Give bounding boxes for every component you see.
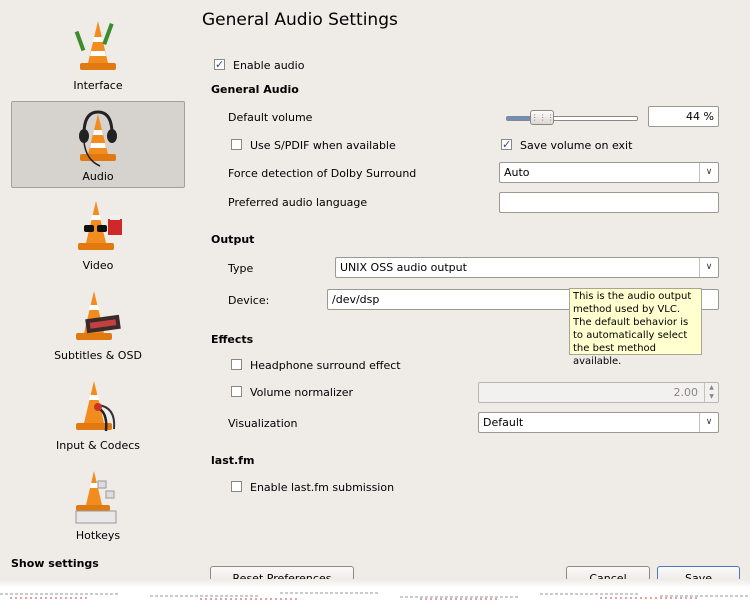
lastfm-header: last.fm <box>211 454 255 467</box>
lastfm-label: Enable last.fm submission <box>250 481 395 494</box>
visualization-label: Visualization <box>228 417 298 430</box>
category-sidebar: Interface Audio Video Subtitles & OSD In… <box>0 0 196 608</box>
vlc-cone-subtitle-icon <box>76 291 121 340</box>
sidebar-item-interface[interactable]: Interface <box>11 10 185 97</box>
output-type-value: UNIX OSS audio output <box>340 261 467 274</box>
tooltip: This is the audio output method used by … <box>569 288 702 367</box>
spin-arrows-icon[interactable]: ▲ ▼ <box>704 383 718 402</box>
sidebar-item-label: Hotkeys <box>75 529 121 542</box>
sidebar-item-label: Subtitles & OSD <box>54 349 142 362</box>
output-header: Output <box>211 233 255 246</box>
headphone-surround-checkbox[interactable] <box>231 359 242 370</box>
show-settings-label: Show settings <box>11 557 99 570</box>
vlc-cone-brush-icon <box>74 21 116 70</box>
preferred-language-input[interactable] <box>499 192 719 213</box>
output-type-label: Type <box>228 262 254 275</box>
preferred-language-label: Preferred audio language <box>228 196 368 209</box>
general-audio-header: General Audio <box>211 83 299 96</box>
volume-normalizer-checkbox[interactable] <box>231 386 242 397</box>
page-title: General Audio Settings <box>202 10 398 30</box>
sidebar-item-label: Audio <box>82 170 114 183</box>
visualization-value: Default <box>483 416 524 429</box>
dolby-select[interactable]: Auto ∨ <box>499 162 719 183</box>
normalizer-value: 2.00 <box>673 386 699 399</box>
sidebar-item-hotkeys[interactable]: Hotkeys <box>11 460 185 547</box>
volume-slider-track[interactable] <box>506 116 638 121</box>
vlc-cone-keyboard-icon <box>75 471 117 524</box>
normalizer-spinbox[interactable]: 2.00 ▲ ▼ <box>478 382 719 403</box>
vlc-cone-headphones-icon <box>79 110 117 167</box>
render-artifact <box>0 592 750 600</box>
sidebar-item-input-codecs[interactable]: Input & Codecs <box>11 370 185 457</box>
enable-audio-checkbox[interactable]: ✓ <box>214 59 225 70</box>
output-type-select[interactable]: UNIX OSS audio output ∨ <box>335 257 719 278</box>
spdif-label: Use S/PDIF when available <box>250 139 396 152</box>
visualization-select[interactable]: Default ∨ <box>478 412 719 433</box>
volume-value-field[interactable]: 44 % <box>648 106 719 127</box>
save-volume-checkbox[interactable]: ✓ <box>501 139 512 150</box>
enable-audio-label: Enable audio <box>233 59 305 72</box>
sidebar-item-label: Input & Codecs <box>56 439 140 452</box>
volume-normalizer-label: Volume normalizer <box>250 386 354 399</box>
sidebar-item-video[interactable]: Video <box>11 190 185 277</box>
spdif-checkbox[interactable] <box>231 139 242 150</box>
save-volume-label: Save volume on exit <box>520 139 633 152</box>
device-label: Device: <box>228 294 270 307</box>
vlc-cone-cables-icon <box>76 381 116 432</box>
sidebar-item-audio[interactable]: Audio <box>11 101 185 188</box>
lastfm-checkbox[interactable] <box>231 481 242 492</box>
dolby-select-value: Auto <box>504 166 530 179</box>
chevron-down-icon: ∨ <box>699 258 718 277</box>
vlc-cone-glasses-icon <box>78 201 122 250</box>
chevron-down-icon: ∨ <box>699 413 718 432</box>
volume-slider-handle[interactable]: ⋮⋮⋮ <box>529 110 555 125</box>
default-volume-label: Default volume <box>228 111 313 124</box>
sidebar-item-label: Video <box>82 259 114 272</box>
effects-header: Effects <box>211 333 254 346</box>
sidebar-item-subtitles-osd[interactable]: Subtitles & OSD <box>11 280 185 367</box>
chevron-down-icon: ∨ <box>699 163 718 182</box>
dolby-label: Force detection of Dolby Surround <box>228 167 417 180</box>
sidebar-item-label: Interface <box>73 79 123 92</box>
headphone-surround-label: Headphone surround effect <box>250 359 401 372</box>
